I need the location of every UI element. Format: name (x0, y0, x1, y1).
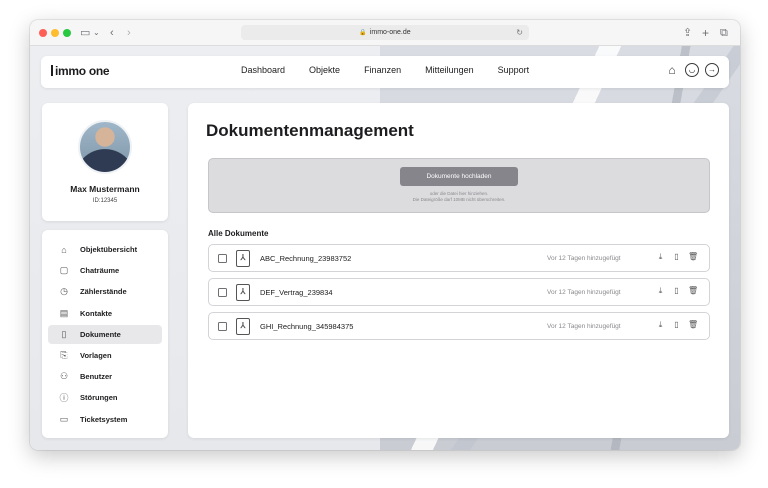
nav-item-objekte[interactable]: Objekte (309, 65, 340, 75)
download-icon[interactable]: ⤓ (656, 320, 665, 330)
view-file-icon[interactable]: ▯ (672, 286, 681, 296)
main-nav: Dashboard Objekte Finanzen Mitteilungen … (241, 65, 553, 75)
sidebar-item-label: Vorlagen (80, 350, 112, 360)
sidebar-item-label: Benutzer (80, 372, 113, 382)
view-file-icon[interactable]: ▯ (672, 252, 681, 262)
upload-dropzone[interactable]: Dokumente hochladen oder die Datei hier … (208, 158, 710, 213)
ticket-icon: ▭ (59, 413, 69, 424)
template-icon: ⎘ (60, 349, 68, 360)
address-bar[interactable]: 🔒 immo-one.de ↻ (241, 25, 529, 40)
document-checkbox[interactable] (218, 254, 227, 263)
upload-documents-button[interactable]: Dokumente hochladen (400, 167, 518, 186)
pdf-file-icon: ⅄ (236, 250, 250, 267)
sidebar-item-label: Ticketsystem (80, 414, 128, 424)
sidebar-toggle-icon[interactable]: ▭ (80, 25, 90, 41)
pdf-file-icon: ⅄ (236, 284, 250, 301)
document-checkbox[interactable] (218, 288, 227, 297)
document-actions: ⤓ ▯ 🗑 (656, 286, 698, 296)
nav-item-dashboard[interactable]: Dashboard (241, 65, 285, 75)
new-tab-icon[interactable]: + (702, 25, 709, 41)
sidebar-item-ticketsystem[interactable]: ▭ Ticketsystem (48, 410, 162, 429)
sidebar-item-vorlagen[interactable]: ⎘ Vorlagen (48, 346, 162, 365)
chat-icon: ▢ (59, 265, 69, 276)
house-icon: ⌂ (61, 244, 67, 255)
sidebar-item-benutzer[interactable]: ⚇ Benutzer (48, 367, 162, 386)
sidebar-item-zaehlerstaende[interactable]: ◷ Zählerstände (48, 282, 162, 301)
share-icon[interactable]: ⇪ (683, 25, 692, 41)
document-name[interactable]: DEF_Vertrag_239834 (260, 288, 333, 297)
document-row[interactable]: ⅄ GHI_Rechnung_345984375 Vor 12 Tagen hi… (208, 312, 710, 340)
profile-id: ID:12345 (92, 198, 118, 204)
pdf-file-icon: ⅄ (236, 318, 250, 335)
url-text: immo-one.de (369, 29, 411, 36)
profile-name: Max Mustermann (70, 184, 140, 194)
browser-titlebar: ▭ ⌄ ‹ › 🔒 immo-one.de ↻ ⇪ + ⧉ (30, 20, 740, 46)
delete-icon[interactable]: 🗑 (688, 286, 698, 296)
document-row[interactable]: ⅄ ABC_Rechnung_23983752 Vor 12 Tagen hin… (208, 244, 710, 272)
nav-item-support[interactable]: Support (498, 65, 530, 75)
page-title: Dokumentenmanagement (206, 121, 414, 140)
sidebar-item-label: Zählerstände (80, 287, 127, 297)
document-added-date: Vor 12 Tagen hinzugefügt (547, 323, 621, 330)
document-icon: ▯ (61, 328, 67, 339)
nav-item-finanzen[interactable]: Finanzen (364, 65, 401, 75)
avatar[interactable] (78, 120, 132, 174)
sidebar-item-stoerungen[interactable]: ⓘ Störungen (48, 388, 162, 407)
upload-hint-line: Die Dateigröße darf 10MB nicht überschre… (412, 197, 506, 202)
users-icon: ⚇ (59, 371, 69, 382)
sidebar-item-kontakte[interactable]: ▤ Kontakte (48, 304, 162, 323)
nav-item-mitteilungen[interactable]: Mitteilungen (425, 65, 474, 75)
minimize-window-button[interactable] (51, 29, 59, 37)
sidebar-item-label: Störungen (80, 393, 118, 403)
lock-icon: 🔒 (359, 30, 367, 36)
download-icon[interactable]: ⤓ (656, 286, 665, 296)
chevron-down-icon[interactable]: ⌄ (93, 25, 100, 41)
document-row[interactable]: ⅄ DEF_Vertrag_239834 Vor 12 Tagen hinzug… (208, 278, 710, 306)
document-added-date: Vor 12 Tagen hinzugefügt (547, 289, 621, 296)
profile-card: Max Mustermann ID:12345 (42, 103, 168, 221)
tab-overview-icon[interactable]: ⧉ (720, 25, 728, 41)
document-actions: ⤓ ▯ 🗑 (656, 320, 698, 330)
nav-icon-group: ⌂ ◡ → (665, 63, 719, 77)
document-added-date: Vor 12 Tagen hinzugefügt (547, 255, 621, 262)
sidebar-item-label: Dokumente (80, 329, 121, 339)
document-name[interactable]: ABC_Rechnung_23983752 (260, 254, 351, 263)
meter-icon: ◷ (60, 286, 68, 297)
contacts-icon: ▤ (59, 307, 69, 318)
sidebar-item-objektuebersicht[interactable]: ⌂ Objektübersicht (48, 240, 162, 259)
back-icon[interactable]: ‹ (110, 25, 114, 41)
sidebar-item-label: Objektübersicht (80, 245, 138, 254)
delete-icon[interactable]: 🗑 (688, 252, 698, 262)
document-name[interactable]: GHI_Rechnung_345984375 (260, 322, 353, 331)
home-icon[interactable]: ⌂ (665, 63, 679, 77)
view-file-icon[interactable]: ▯ (672, 320, 681, 330)
browser-window: ▭ ⌄ ‹ › 🔒 immo-one.de ↻ ⇪ + ⧉ immo one Da… (30, 20, 740, 450)
sidebar: ⌂ Objektübersicht ▢ Chaträume ◷ Zählerst… (42, 230, 168, 438)
sidebar-item-dokumente[interactable]: ▯ Dokumente (48, 324, 162, 344)
alert-icon: ⓘ (59, 393, 69, 404)
top-navbar: immo one Dashboard Objekte Finanzen Mitt… (41, 56, 729, 88)
document-actions: ⤓ ▯ 🗑 (656, 252, 698, 262)
page-viewport: immo one Dashboard Objekte Finanzen Mitt… (30, 46, 740, 450)
document-checkbox[interactable] (218, 322, 227, 331)
user-icon[interactable]: ◡ (685, 63, 699, 77)
close-window-button[interactable] (39, 29, 47, 37)
sidebar-item-label: Kontakte (80, 308, 113, 318)
maximize-window-button[interactable] (63, 29, 71, 37)
sidebar-item-label: Chaträume (80, 266, 120, 276)
sidebar-item-chatraeume[interactable]: ▢ Chaträume (48, 261, 162, 280)
delete-icon[interactable]: 🗑 (688, 320, 698, 330)
reload-icon[interactable]: ↻ (516, 25, 523, 40)
documents-section-title: Alle Dokumente (208, 229, 269, 238)
logout-icon[interactable]: → (705, 63, 719, 77)
brand-logo[interactable]: immo one (51, 64, 110, 78)
main-content: Dokumentenmanagement Dokumente hochladen… (188, 103, 729, 438)
upload-hint: oder die Datei hier hinziehen. Die Datei… (209, 191, 709, 203)
forward-icon[interactable]: › (127, 25, 131, 41)
download-icon[interactable]: ⤓ (656, 252, 665, 262)
